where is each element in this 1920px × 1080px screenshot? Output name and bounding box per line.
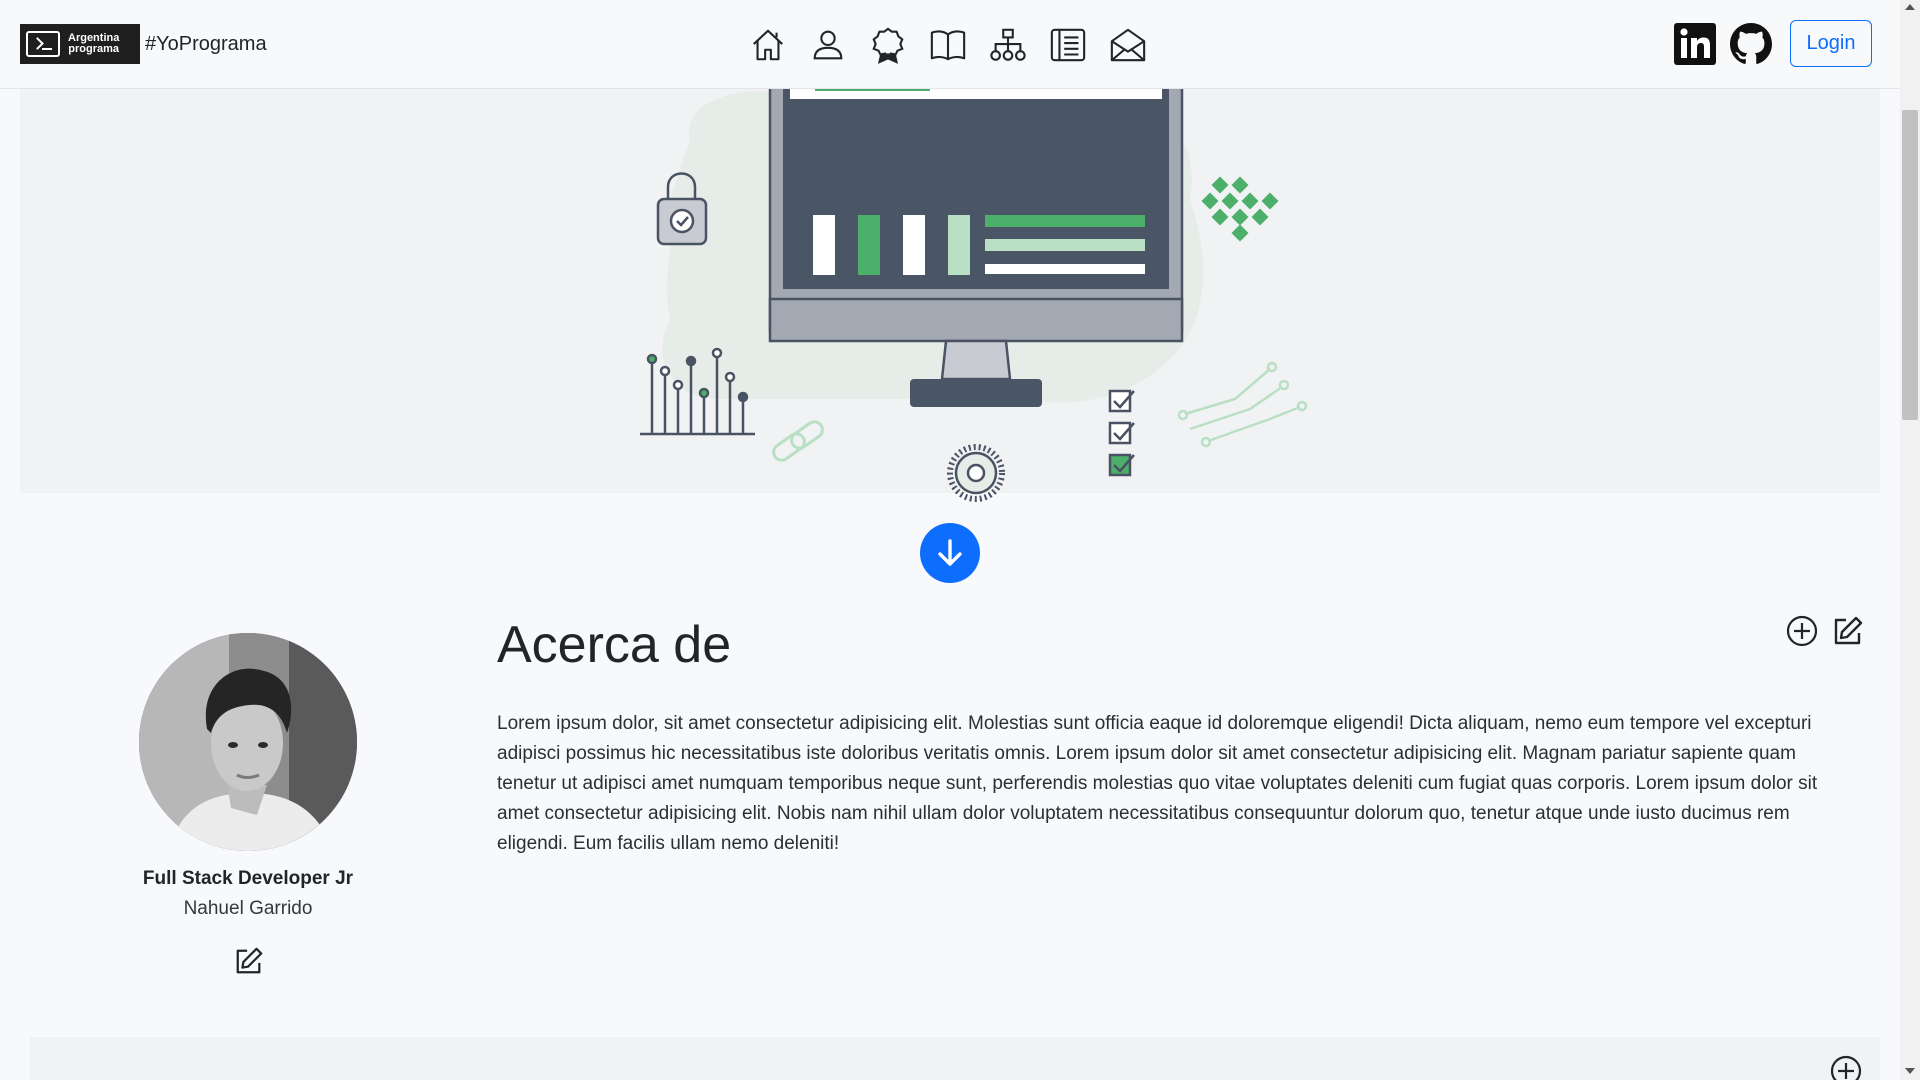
argentina-programa-logo: Argentina programa xyxy=(20,24,140,64)
gear-illustration xyxy=(947,444,1005,502)
linkedin-icon[interactable] xyxy=(1674,22,1716,65)
plus-circle-icon xyxy=(1786,615,1818,647)
next-section-add-button[interactable] xyxy=(1830,1055,1862,1080)
scroll-up-arrow-icon[interactable] xyxy=(1905,4,1915,10)
profile-name: Nahuel Garrido xyxy=(183,898,313,919)
plus-circle-icon xyxy=(1830,1055,1862,1080)
checklist-illustration xyxy=(1108,389,1135,477)
brand-link[interactable]: Argentina programa #YoPrograma xyxy=(20,24,267,64)
arrow-down-icon xyxy=(938,539,962,566)
home-icon[interactable] xyxy=(748,24,788,66)
diagram-icon[interactable] xyxy=(988,24,1028,66)
profile-photo xyxy=(139,633,357,851)
pencil-square-icon xyxy=(236,947,263,974)
avatar xyxy=(139,633,357,851)
award-icon[interactable] xyxy=(868,24,908,66)
person-icon[interactable] xyxy=(808,24,848,66)
envelope-icon[interactable] xyxy=(1108,24,1148,66)
diamond-pattern xyxy=(1201,176,1279,242)
logo-line-2: programa xyxy=(68,43,120,55)
scroll-down-button[interactable] xyxy=(920,523,980,583)
about-title: Acerca de xyxy=(497,616,732,674)
nav-right: Login xyxy=(1674,20,1872,67)
next-section xyxy=(30,1037,1880,1080)
book-icon[interactable] xyxy=(928,24,968,66)
terminal-icon xyxy=(26,31,60,57)
page-scrollbar[interactable] xyxy=(1900,0,1920,1080)
scrollbar-thumb[interactable] xyxy=(1902,110,1918,420)
about-text: Lorem ipsum dolor, sit amet consectetur … xyxy=(497,713,1818,854)
about-edit-button[interactable] xyxy=(1832,615,1864,647)
link-illustration xyxy=(772,420,824,462)
edit-profile-button[interactable] xyxy=(234,946,264,976)
hero-banner xyxy=(20,69,1880,502)
navbar: Argentina programa #YoPrograma Login xyxy=(0,0,1900,89)
about-add-button[interactable] xyxy=(1786,615,1818,647)
brand-tag: #YoPrograma xyxy=(145,32,267,55)
section-nav xyxy=(748,24,1148,66)
github-icon[interactable] xyxy=(1730,22,1772,65)
login-button[interactable]: Login xyxy=(1790,20,1872,67)
journal-icon[interactable] xyxy=(1048,24,1088,66)
hero-illustration xyxy=(640,69,1308,502)
profile-role: Full Stack Developer Jr xyxy=(142,868,354,889)
pencil-square-icon xyxy=(1834,616,1863,645)
circuit-illustration xyxy=(1177,361,1308,448)
scroll-down-arrow-icon[interactable] xyxy=(1905,1068,1915,1074)
